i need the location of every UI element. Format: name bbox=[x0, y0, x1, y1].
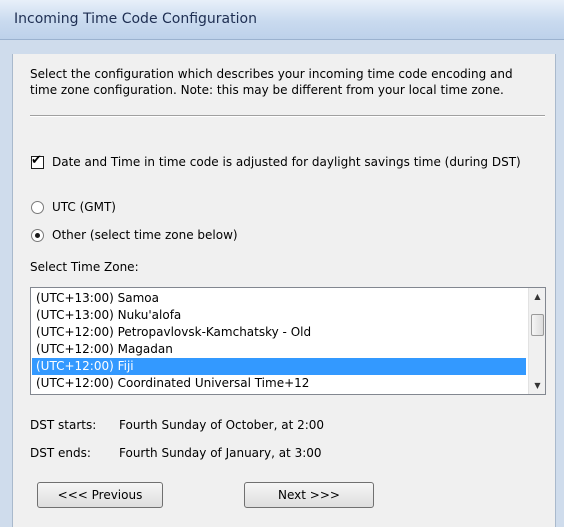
dst-ends-value: Fourth Sunday of January, at 3:00 bbox=[119, 446, 322, 460]
time-zone-list[interactable]: (UTC+13:00) Samoa (UTC+13:00) Nuku'alofa… bbox=[30, 287, 546, 395]
time-zone-item[interactable]: (UTC+13:00) Nuku'alofa bbox=[32, 307, 526, 324]
dst-adjust-label: Date and Time in time code is adjusted f… bbox=[52, 155, 521, 169]
scroll-up-arrow-icon[interactable]: ▲ bbox=[529, 288, 546, 305]
intro-text: Select the configuration which describes… bbox=[30, 66, 550, 98]
time-zone-item[interactable]: (UTC+12:00) Magadan bbox=[32, 341, 526, 358]
other-label: Other (select time zone below) bbox=[52, 228, 238, 242]
dst-starts-row: DST starts: Fourth Sunday of October, at… bbox=[30, 418, 324, 432]
radio-selected-dot bbox=[35, 232, 40, 238]
other-radio[interactable] bbox=[31, 228, 44, 242]
time-zone-label: Select Time Zone: bbox=[30, 260, 139, 274]
previous-button[interactable]: <<< Previous bbox=[37, 482, 163, 508]
time-zone-item[interactable]: (UTC+12:00) Petropavlovsk-Kamchatsky - O… bbox=[32, 324, 526, 341]
dst-ends-row: DST ends: Fourth Sunday of January, at 3… bbox=[30, 446, 322, 460]
time-zone-item[interactable]: (UTC+12:00) Coordinated Universal Time+1… bbox=[32, 375, 526, 392]
dst-starts-key: DST starts: bbox=[30, 418, 97, 432]
dst-starts-value: Fourth Sunday of October, at 2:00 bbox=[119, 418, 325, 432]
title-bar: Incoming Time Code Configuration bbox=[0, 0, 564, 40]
intro-line-1: Select the configuration which describes… bbox=[30, 67, 513, 81]
time-zone-item-selected[interactable]: (UTC+12:00) Fiji bbox=[32, 358, 526, 375]
dst-adjust-checkbox[interactable]: ✔ bbox=[31, 152, 44, 169]
next-button[interactable]: Next >>> bbox=[244, 482, 374, 508]
time-zone-items: (UTC+13:00) Samoa (UTC+13:00) Nuku'alofa… bbox=[32, 290, 526, 392]
other-option[interactable]: Other (select time zone below) bbox=[31, 228, 238, 242]
scroll-down-arrow-icon[interactable]: ▼ bbox=[529, 377, 546, 394]
utc-label: UTC (GMT) bbox=[52, 200, 116, 214]
vertical-scrollbar[interactable]: ▲ ▼ bbox=[528, 288, 545, 394]
separator bbox=[30, 115, 545, 117]
window-title: Incoming Time Code Configuration bbox=[14, 11, 257, 27]
dst-ends-key: DST ends: bbox=[30, 446, 91, 460]
dst-adjust-option[interactable]: ✔ Date and Time in time code is adjusted… bbox=[31, 152, 521, 169]
intro-line-2: time zone configuration. Note: this may … bbox=[30, 83, 504, 97]
scrollbar-thumb[interactable] bbox=[531, 314, 544, 336]
utc-option[interactable]: UTC (GMT) bbox=[31, 200, 116, 214]
utc-radio[interactable] bbox=[31, 200, 44, 214]
check-mark-icon: ✔ bbox=[31, 152, 42, 168]
time-zone-item[interactable]: (UTC+13:00) Samoa bbox=[32, 290, 526, 307]
